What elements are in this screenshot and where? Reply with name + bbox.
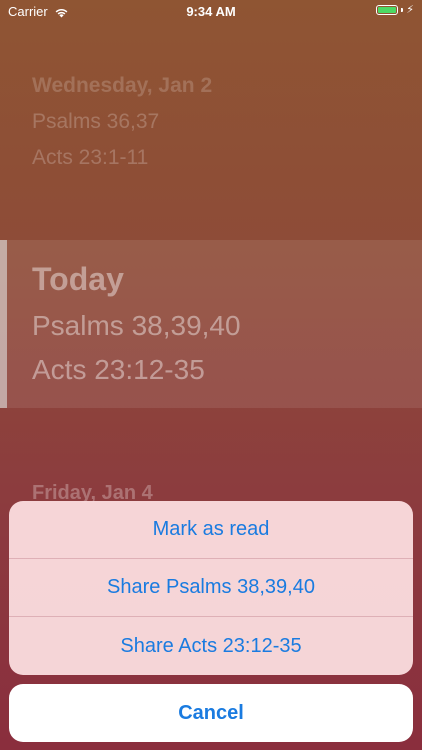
status-bar: Carrier 9:34 AM ⚡ bbox=[0, 0, 422, 24]
mark-as-read-button[interactable]: Mark as read bbox=[9, 501, 413, 559]
reading-item: Psalms 36,37 bbox=[32, 110, 160, 133]
day-title: Wednesday, Jan 2 bbox=[32, 74, 213, 97]
share-psalms-button[interactable]: Share Psalms 38,39,40 bbox=[9, 559, 413, 617]
battery-icon bbox=[376, 5, 399, 15]
reading-item: Acts 23:1-11 bbox=[32, 146, 149, 169]
reading-item: Acts 23:12-35 bbox=[32, 354, 205, 385]
battery-level bbox=[378, 7, 397, 13]
share-acts-button[interactable]: Share Acts 23:12-35 bbox=[9, 617, 413, 675]
reading-day-previous[interactable]: Wednesday, Jan 2 Psalms 36,37 Acts 23:1-… bbox=[0, 68, 422, 176]
status-time: 9:34 AM bbox=[186, 4, 236, 19]
today-indicator bbox=[0, 240, 7, 408]
reading-day-today[interactable]: Today Psalms 38,39,40 Acts 23:12-35 bbox=[0, 240, 422, 408]
status-right: ⚡ bbox=[376, 4, 414, 16]
day-title: Today bbox=[32, 261, 124, 297]
battery-tip bbox=[401, 8, 404, 12]
reading-item: Psalms 38,39,40 bbox=[32, 310, 241, 341]
action-sheet: Mark as read Share Psalms 38,39,40 Share… bbox=[9, 501, 413, 675]
cancel-button[interactable]: Cancel bbox=[9, 684, 413, 742]
charging-bolt-icon: ⚡ bbox=[406, 4, 414, 16]
